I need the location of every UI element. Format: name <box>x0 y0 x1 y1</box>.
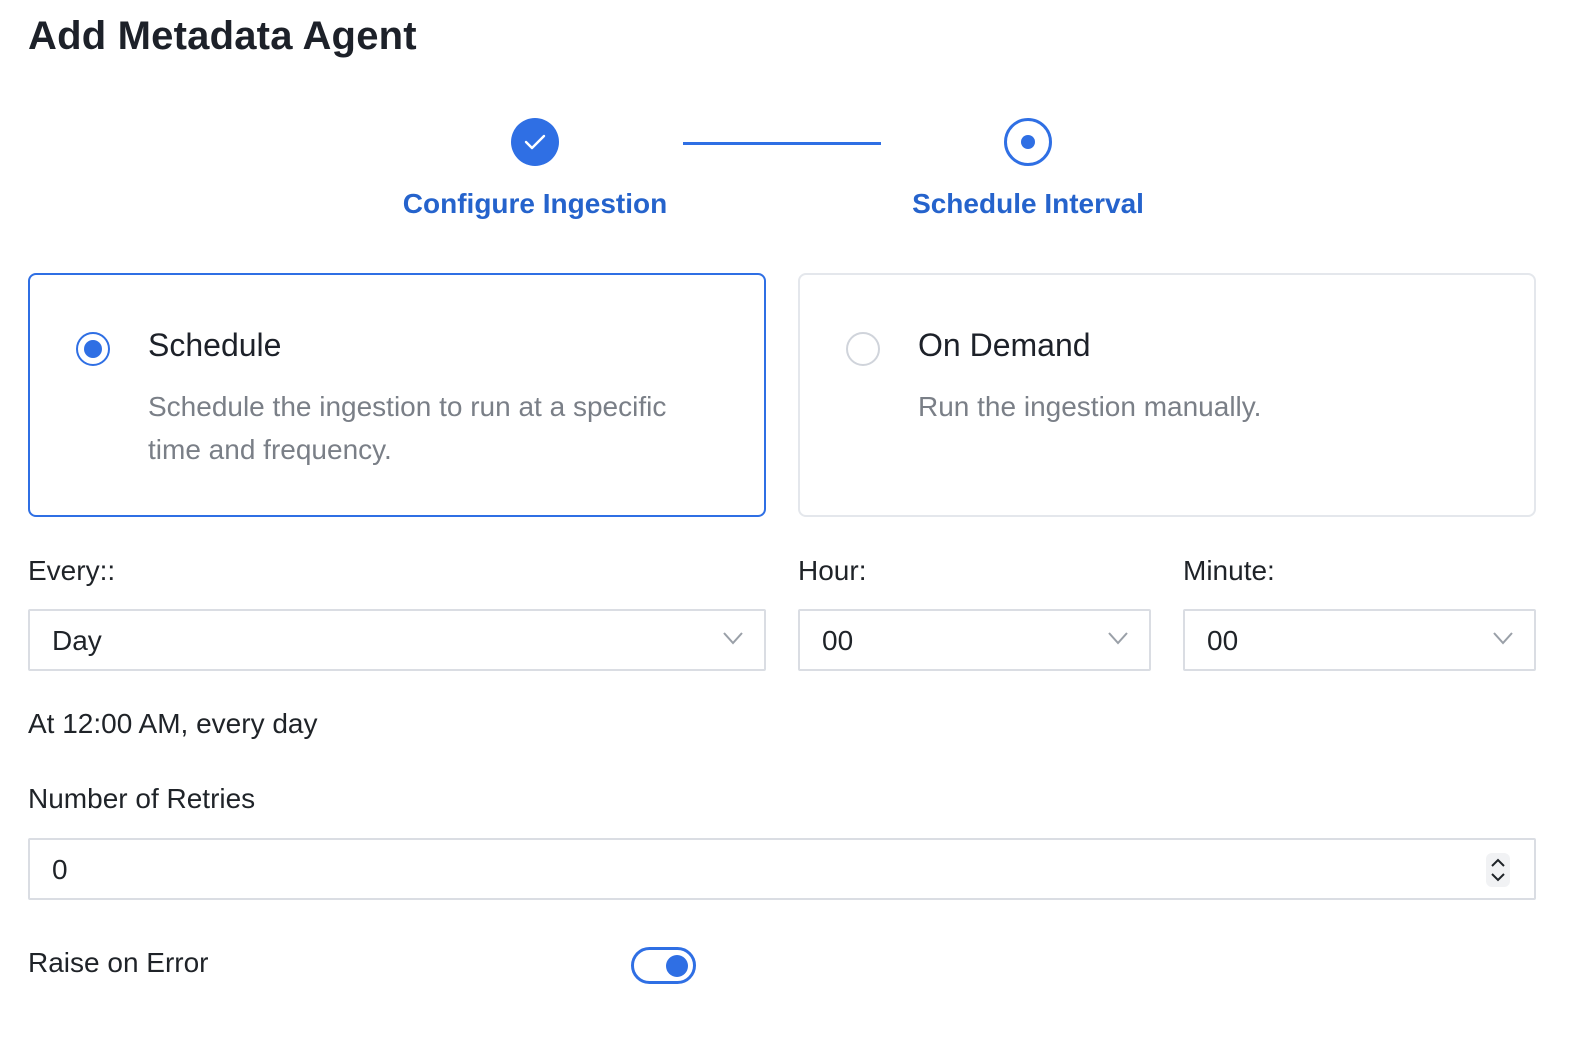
minute-select-value: 00 <box>1207 625 1239 656</box>
step-schedule-interval-radio-dot-icon <box>1004 118 1052 166</box>
stepper-connector <box>683 142 881 145</box>
on-demand-radio[interactable] <box>846 332 880 366</box>
chevron-down-icon <box>723 632 743 645</box>
every-select[interactable]: Day <box>28 609 766 671</box>
every-label: Every:: <box>28 555 116 586</box>
up-down-arrows-icon <box>1491 858 1505 882</box>
toggle-knob <box>666 955 688 977</box>
minute-label: Minute: <box>1183 555 1275 586</box>
page-title: Add Metadata Agent <box>28 14 417 58</box>
schedule-option-title: Schedule <box>148 327 282 363</box>
schedule-radio[interactable] <box>76 332 110 366</box>
minute-select[interactable]: 00 <box>1183 609 1536 671</box>
step-label-schedule-interval: Schedule Interval <box>912 188 1144 219</box>
hour-select-value: 00 <box>822 625 854 656</box>
step-label-configure-ingestion[interactable]: Configure Ingestion <box>403 188 667 220</box>
schedule-option-description: Schedule the ingestion to run at a speci… <box>148 391 667 465</box>
chevron-down-icon <box>1493 632 1513 645</box>
raise-on-error-label: Raise on Error <box>28 947 209 978</box>
retries-value: 0 <box>52 854 68 885</box>
chevron-down-icon <box>1108 632 1128 645</box>
schedule-summary: At 12:00 AM, every day <box>28 708 318 739</box>
on-demand-option-description: Run the ingestion manually. <box>918 391 1262 422</box>
retries-label: Number of Retries <box>28 783 256 814</box>
every-select-value: Day <box>52 625 102 656</box>
step-configure-ingestion-check-icon <box>511 118 559 166</box>
on-demand-option-title: On Demand <box>918 327 1091 363</box>
schedule-option-card[interactable]: Schedule Schedule the ingestion to run a… <box>28 273 766 517</box>
retries-input[interactable]: 0 <box>28 838 1536 900</box>
hour-label: Hour: <box>798 555 867 586</box>
retries-stepper[interactable] <box>1486 853 1510 887</box>
raise-on-error-toggle[interactable] <box>631 947 696 984</box>
on-demand-option-card[interactable]: On Demand Run the ingestion manually. <box>798 273 1536 517</box>
check-icon <box>524 134 546 150</box>
hour-select[interactable]: 00 <box>798 609 1151 671</box>
